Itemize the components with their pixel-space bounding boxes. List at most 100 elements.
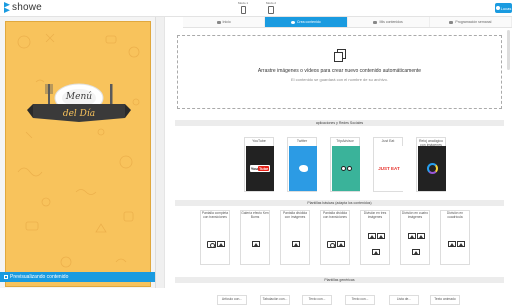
apps-grid: YouTube YouTube Twitter TripAdvisor Just… bbox=[244, 120, 446, 192]
preview-status-bar[interactable]: Previsualizando contenido bbox=[0, 272, 155, 282]
main-scrollbar[interactable] bbox=[507, 30, 510, 70]
device-phone-label: Modo 1 bbox=[237, 1, 248, 5]
image-icon bbox=[327, 240, 336, 248]
preview-divider[interactable] bbox=[155, 17, 165, 288]
home-icon bbox=[216, 20, 221, 24]
template-label: Pantalla completa con transiciones bbox=[201, 211, 229, 219]
phone-icon bbox=[240, 6, 246, 14]
image-icon bbox=[412, 248, 420, 255]
template-preview bbox=[204, 229, 228, 259]
copy-files-icon bbox=[334, 49, 346, 63]
just-eat-wordmark: JUST EAT bbox=[378, 166, 400, 171]
image-icon bbox=[372, 248, 380, 255]
template-grid[interactable]: División en cuadrícula bbox=[440, 210, 470, 265]
tripadvisor-icon bbox=[332, 146, 360, 191]
template-label: División en tres imágenes bbox=[363, 211, 387, 219]
showe-logo-icon bbox=[4, 2, 10, 13]
top-bar: showe Modo 1 Modo 2 Lucas bbox=[0, 0, 512, 17]
template-preview bbox=[324, 229, 348, 259]
preview-status-label: Previsualizando contenido bbox=[10, 274, 69, 280]
app-label: YouTube bbox=[252, 139, 266, 143]
template-split-images[interactable]: Pantalla dividida con imágenes bbox=[280, 210, 310, 265]
menu-del-dia-artwork: Menú del Día bbox=[17, 33, 140, 268]
app-youtube[interactable]: YouTube YouTube bbox=[244, 137, 274, 192]
device-tablet-label: Modo 2 bbox=[265, 1, 276, 5]
monitor-icon bbox=[4, 275, 8, 279]
template-preview bbox=[284, 229, 308, 259]
generic-template[interactable]: Texto con... bbox=[302, 295, 332, 305]
template-split-transitions[interactable]: Pantalla dividida con transiciones bbox=[320, 210, 350, 265]
tab-programacion-semanal[interactable]: Programación semanal bbox=[429, 17, 512, 27]
generic-template[interactable]: Texto con... bbox=[345, 295, 375, 305]
image-icon bbox=[207, 240, 216, 248]
youtube-icon: YouTube bbox=[246, 146, 274, 191]
folder-icon bbox=[373, 20, 378, 24]
user-icon bbox=[495, 6, 500, 10]
template-preview bbox=[404, 229, 428, 259]
tab-label: Mis contenidos bbox=[379, 20, 403, 24]
app-label: TripAdvisor bbox=[336, 139, 354, 143]
just-eat-icon: JUST EAT bbox=[375, 146, 403, 191]
device-tablet-toggle[interactable]: Modo 2 bbox=[264, 1, 278, 14]
image-icon bbox=[217, 241, 225, 247]
tab-bar: Inicio Crea contenido Mis contenidos Pro… bbox=[183, 17, 512, 28]
app-tripadvisor[interactable]: TripAdvisor bbox=[330, 137, 360, 192]
template-preview bbox=[444, 229, 468, 259]
generic-template[interactable]: Lista de... bbox=[389, 295, 419, 305]
template-label: Pantalla dividida con imágenes bbox=[282, 211, 307, 219]
tab-inicio[interactable]: Inicio bbox=[183, 17, 266, 27]
app-just-eat[interactable]: Just Eat JUST EAT bbox=[373, 137, 403, 192]
template-preview bbox=[364, 229, 388, 259]
device-phone-toggle[interactable]: Modo 1 bbox=[236, 1, 250, 14]
section-generic-header: Plantillas genéricas bbox=[175, 277, 504, 283]
image-icon bbox=[456, 241, 465, 247]
tab-label: Crea contenido bbox=[297, 20, 321, 24]
section-templates-header: Plantillas básicas (adapta los contenido… bbox=[175, 200, 504, 206]
template-label: División en cuatro imágenes bbox=[401, 211, 429, 219]
tab-mis-contenidos[interactable]: Mis contenidos bbox=[347, 17, 430, 27]
preview-screen: Menú del Día bbox=[5, 21, 151, 287]
image-icon bbox=[292, 241, 300, 247]
template-four-images[interactable]: División en cuatro imágenes bbox=[400, 210, 430, 265]
template-three-images[interactable]: División en tres imágenes bbox=[360, 210, 390, 265]
app-label: Just Eat bbox=[381, 139, 395, 143]
dropzone-instructions: Arrastre imágenes o vídeos para crear nu… bbox=[257, 68, 422, 74]
clock-icon bbox=[418, 146, 446, 191]
generic-template[interactable]: Texto animado bbox=[430, 295, 460, 305]
tablet-icon bbox=[268, 6, 274, 14]
tab-label: Inicio bbox=[222, 20, 231, 24]
template-preview bbox=[244, 229, 268, 259]
generic-templates-row: Artículo con... Tabulación con... Texto … bbox=[167, 293, 512, 305]
template-label: Galería efecto Ken Burns bbox=[241, 211, 269, 219]
preview-panel: Menú del Día Previsualizando contenido bbox=[0, 17, 155, 288]
twitter-icon bbox=[289, 146, 317, 191]
image-icon bbox=[337, 241, 345, 247]
template-ken-burns[interactable]: Galería efecto Ken Burns bbox=[240, 210, 270, 265]
user-label: Lucas bbox=[500, 5, 512, 11]
tab-crea-contenido[interactable]: Crea contenido bbox=[265, 17, 348, 27]
app-label: Twitter bbox=[296, 139, 308, 143]
app-name: showe bbox=[12, 2, 42, 13]
dropzone-hint: El contenido se guardará con el nombre d… bbox=[291, 77, 388, 82]
menu-title-line2: del Día bbox=[63, 108, 95, 119]
generic-template[interactable]: Tabulación con... bbox=[260, 295, 290, 305]
app-analog-clock[interactable]: Reloj analógico con imágenes bbox=[416, 137, 446, 192]
menu-title-line1: Menú bbox=[65, 91, 92, 102]
app-label: Reloj analógico con imágenes bbox=[419, 139, 443, 147]
calendar-icon bbox=[449, 20, 454, 24]
app-twitter[interactable]: Twitter bbox=[287, 137, 317, 192]
upload-dropzone[interactable]: Arrastre imágenes o vídeos para crear nu… bbox=[177, 35, 502, 109]
app-logo[interactable]: showe bbox=[4, 2, 42, 13]
templates-grid: Pantalla completa con transiciones Galer… bbox=[200, 210, 490, 270]
image-icon bbox=[252, 241, 260, 247]
content-area: Inicio Crea contenido Mis contenidos Pro… bbox=[167, 17, 512, 305]
user-menu-button[interactable]: Lucas bbox=[495, 3, 512, 13]
image-icon bbox=[407, 233, 416, 240]
tab-label: Programación semanal bbox=[455, 20, 492, 24]
image-icon bbox=[376, 233, 385, 240]
image-icon bbox=[367, 233, 376, 240]
template-label: Pantalla dividida con transiciones bbox=[322, 211, 347, 219]
template-label: División en cuadrícula bbox=[446, 211, 464, 219]
generic-template[interactable]: Artículo con... bbox=[217, 295, 247, 305]
template-full-screen[interactable]: Pantalla completa con transiciones bbox=[200, 210, 230, 265]
